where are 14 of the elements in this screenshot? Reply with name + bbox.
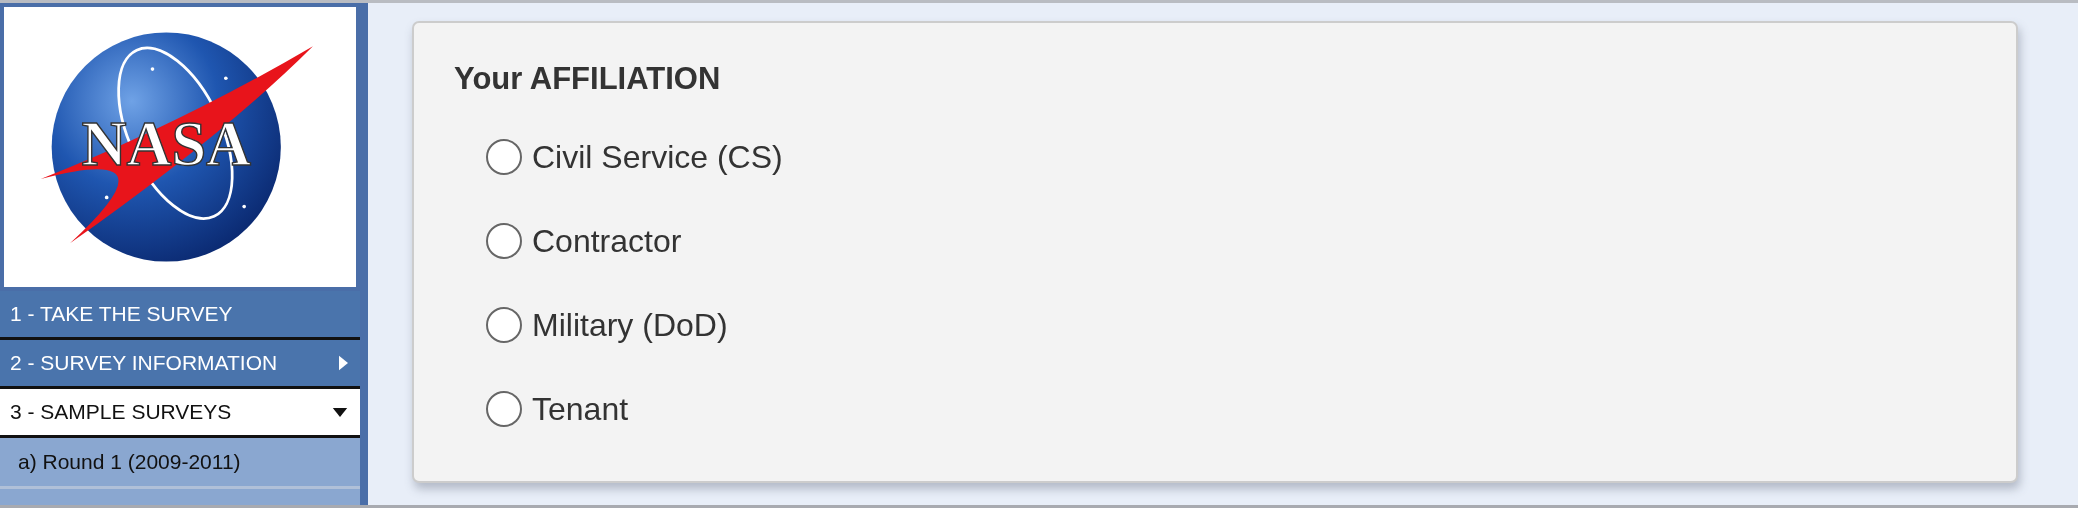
radio-button[interactable] <box>486 223 522 259</box>
radio-option[interactable]: Military (DoD) <box>486 283 1976 367</box>
question-title: Your AFFILIATION <box>454 61 722 97</box>
caret-icon <box>339 355 348 371</box>
nav-item[interactable]: 3 - SAMPLE SURVEYS <box>0 389 360 438</box>
radio-button[interactable] <box>486 391 522 427</box>
radio-option[interactable]: Tenant <box>486 367 1976 451</box>
radio-button[interactable] <box>486 307 522 343</box>
caret-icon <box>332 407 348 417</box>
nav-item[interactable]: 2 - SURVEY INFORMATION <box>0 340 360 389</box>
nav-item[interactable]: 1 - TAKE THE SURVEY <box>0 291 360 340</box>
radio-button[interactable] <box>486 139 522 175</box>
radio-option[interactable]: Contractor <box>486 199 1976 283</box>
radio-option[interactable]: Civil Service (CS) <box>486 115 1976 199</box>
